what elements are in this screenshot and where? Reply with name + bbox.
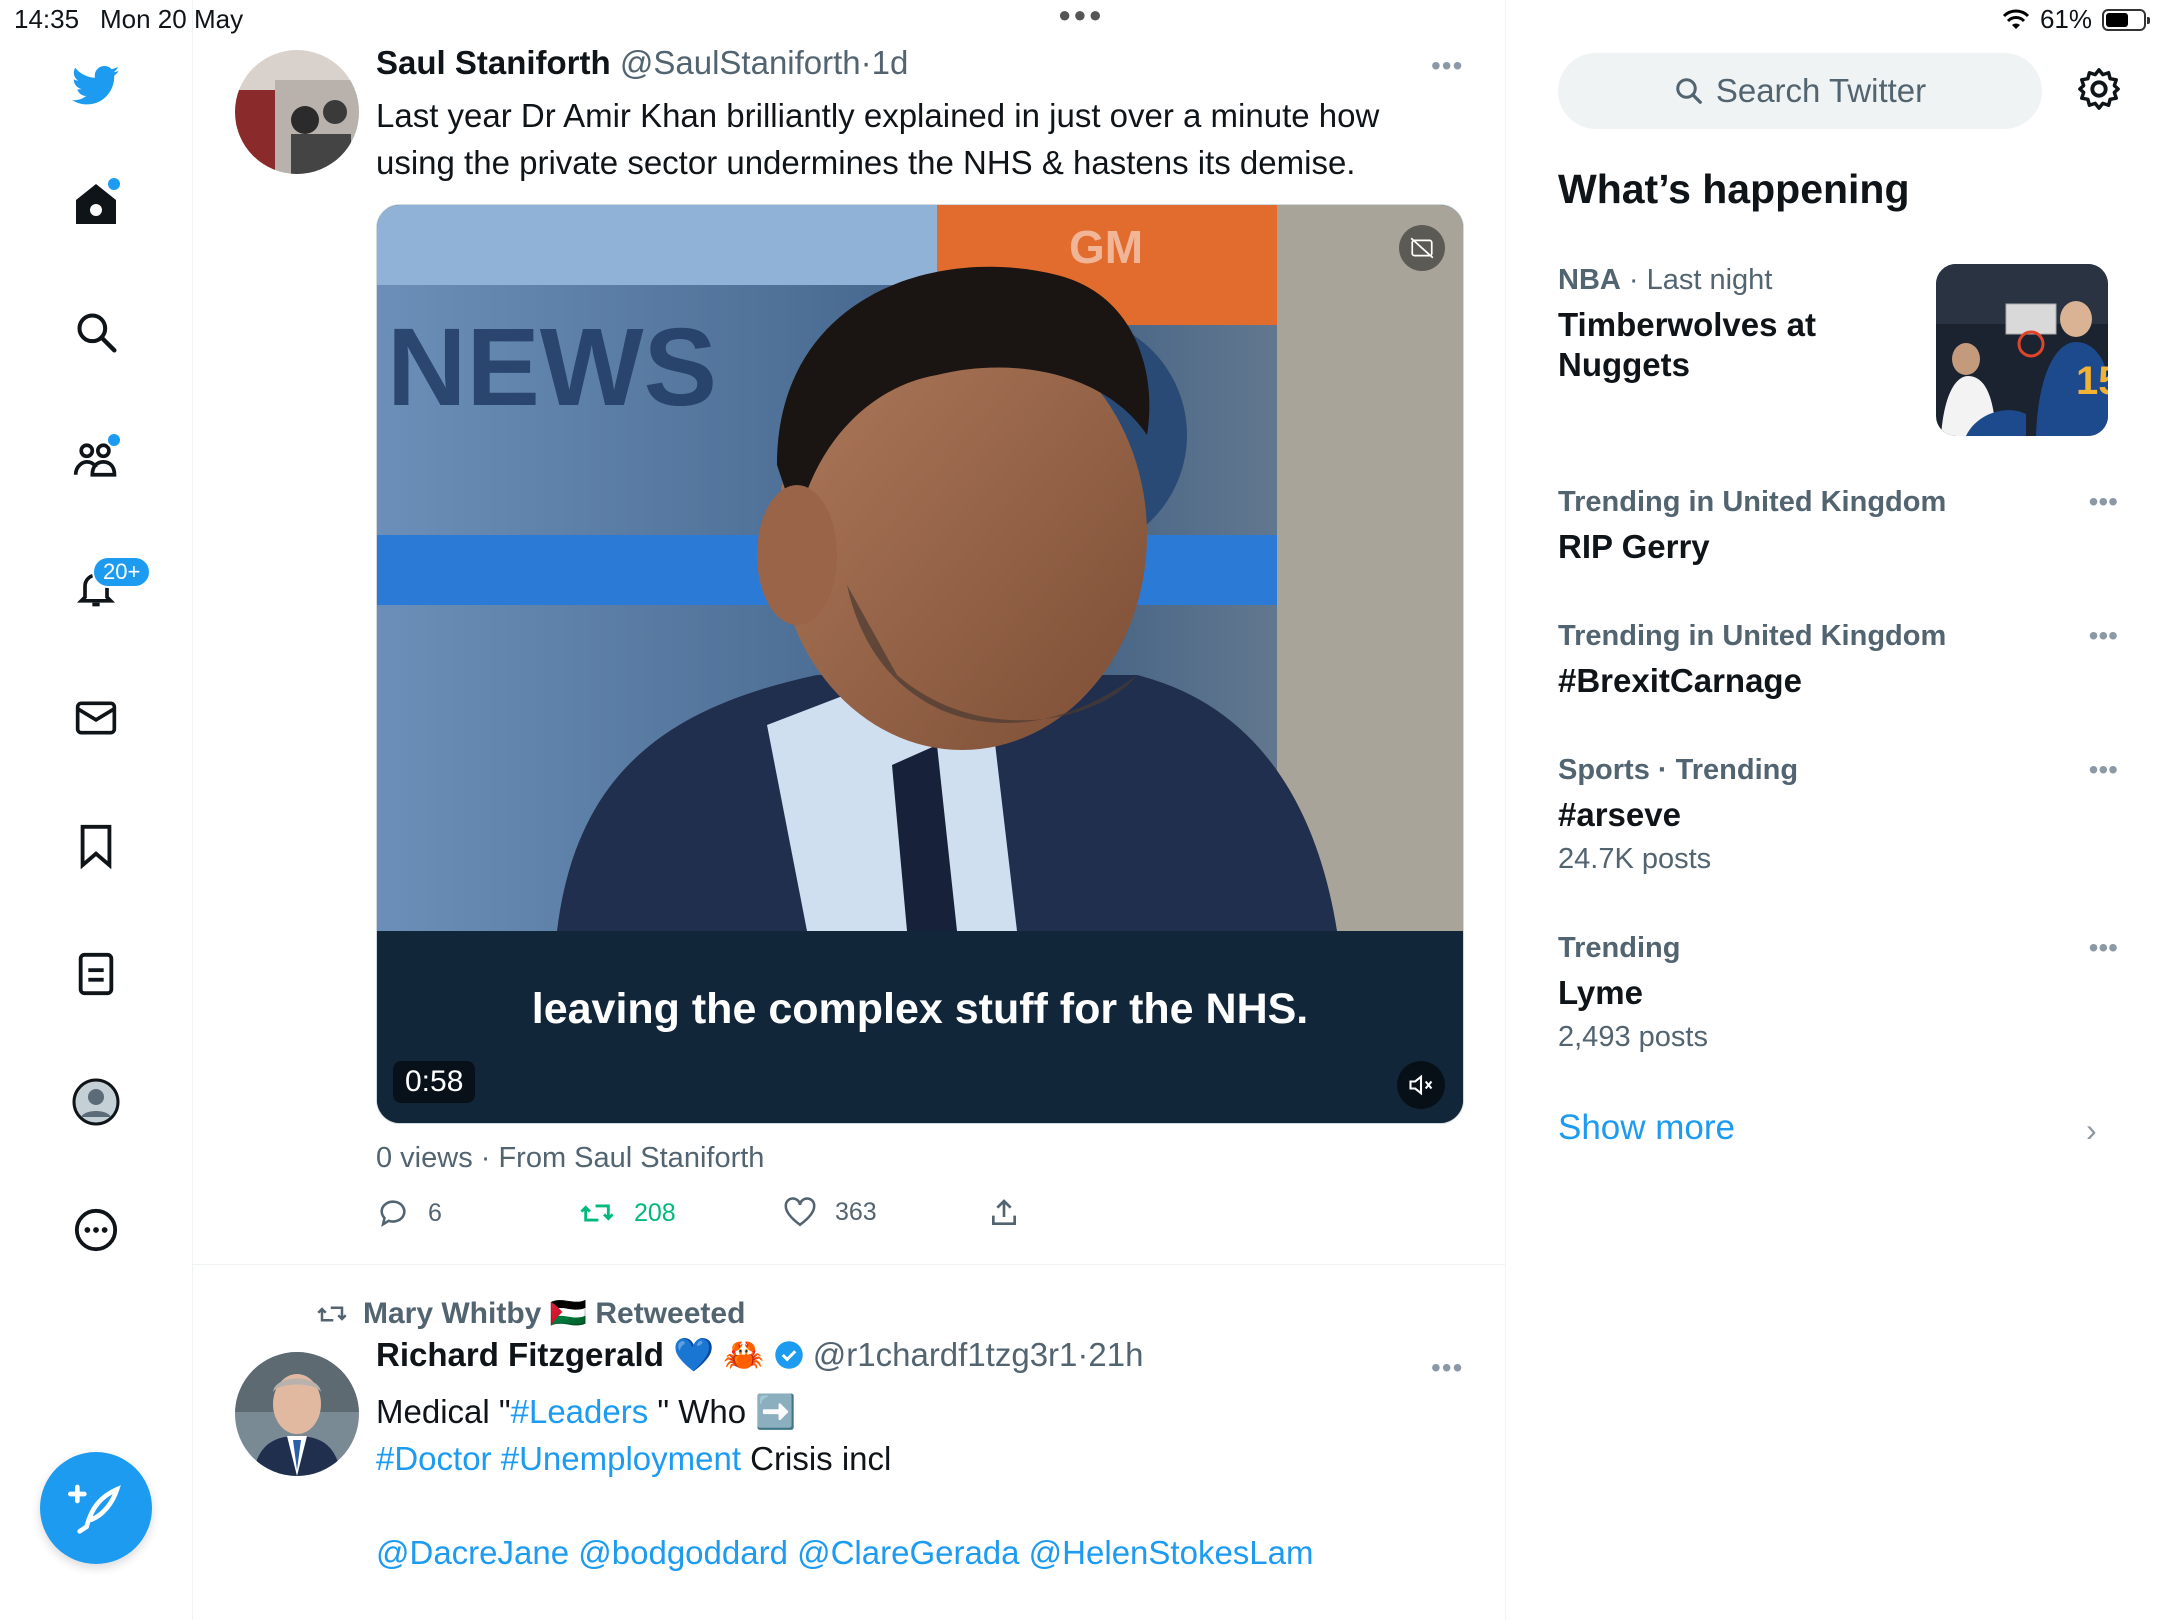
communities-icon[interactable] (72, 432, 122, 484)
trend-name: Timberwolves at Nuggets (1558, 306, 1816, 383)
trend-post-count: 2,493 posts (1558, 1021, 1708, 1053)
trend-item[interactable]: Trending in United Kingdom #BrexitCarnag… (1558, 620, 2118, 701)
left-navigation: 20+ (0, 0, 193, 1620)
trend-category: NBA (1558, 264, 1621, 296)
tweet-time[interactable]: 1d (872, 44, 909, 81)
author-name[interactable]: Richard Fitzgerald (376, 1336, 664, 1373)
trend-category: Trending in United Kingdom (1558, 486, 1947, 518)
trend-name: RIP Gerry (1558, 528, 1710, 565)
author-handle[interactable]: @r1chardf1tzg3r1 (813, 1336, 1078, 1373)
like-button[interactable]: 363 (783, 1196, 877, 1228)
heart-icon (784, 1197, 816, 1227)
video-player[interactable]: NEWS GM leaving the complex stuff for th… (376, 204, 1464, 1124)
trend-more-icon[interactable]: ••• (2089, 754, 2118, 786)
svg-text:15: 15 (2076, 359, 2108, 403)
separator: · (1077, 1336, 1089, 1373)
hashtags-doctor-unemployment[interactable]: #Doctor #Unemployment (376, 1440, 741, 1477)
trend-thumbnail[interactable]: 15 (1936, 264, 2108, 436)
share-icon (992, 1199, 1016, 1225)
trend-category: Sports · Trending (1558, 754, 1799, 786)
reply-count: 6 (428, 1198, 442, 1227)
retweeted-by-text: Mary Whitby 🇵🇸 Retweeted (363, 1297, 746, 1330)
search-icon (1676, 78, 1702, 104)
tweet-more-icon[interactable]: ••• (1431, 1352, 1463, 1384)
right-sidebar: Search Twitter What’s happening NBA · La… (1506, 0, 2160, 1620)
avatar[interactable] (235, 50, 359, 174)
lists-icon[interactable] (72, 950, 120, 998)
trend-category: Trending (1558, 932, 1681, 964)
text-segment: Crisis incl (741, 1440, 892, 1477)
search-icon[interactable] (72, 308, 120, 356)
trend-name: #arseve (1558, 796, 1681, 833)
retweet-small-icon (317, 1306, 347, 1321)
retweet-icon (580, 1204, 614, 1222)
share-button[interactable] (988, 1196, 1020, 1230)
twitter-logo-icon[interactable] (72, 62, 120, 110)
captions-off-icon (1410, 237, 1434, 259)
communities-unread-dot (106, 432, 122, 448)
reply-icon (380, 1200, 406, 1228)
avatar[interactable] (235, 1352, 359, 1476)
separator: · (860, 44, 872, 81)
trend-name: Lyme (1558, 974, 1643, 1011)
trend-post-count: 24.7K posts (1558, 843, 1712, 875)
retweet-count: 208 (634, 1198, 676, 1227)
retweet-button[interactable]: 208 (578, 1196, 676, 1230)
views-line: 0 views · From Saul Staniforth (376, 1142, 765, 1174)
author-handle[interactable]: @SaulStaniforth (620, 44, 861, 81)
text-segment: Medical " (376, 1393, 511, 1430)
notifications-count-badge: 20+ (92, 556, 152, 588)
reply-button[interactable]: 6 (376, 1196, 442, 1230)
tweet-more-icon[interactable]: ••• (1431, 50, 1463, 82)
author-emojis: 💙 🦀 (673, 1336, 765, 1373)
whats-happening-title: What’s happening (1558, 166, 1910, 212)
chevron-right-icon[interactable]: › (2086, 1112, 2097, 1149)
search-placeholder: Search Twitter (1715, 72, 1927, 109)
tweet-text: Last year Dr Amir Khan brilliantly expla… (376, 92, 1379, 186)
trend-item[interactable]: Trending in United Kingdom RIP Gerry ••• (1558, 486, 2118, 567)
search-input[interactable]: Search Twitter (1558, 53, 2042, 129)
tweet-text-line: Last year Dr Amir Khan brilliantly expla… (376, 97, 1380, 134)
trend-time: · Last night (1620, 264, 1773, 296)
trend-more-icon[interactable]: ••• (2089, 620, 2118, 652)
video-channel-logo: GM (1069, 221, 1143, 273)
verified-badge-icon (774, 1341, 803, 1369)
trend-item[interactable]: Trending Lyme 2,493 posts ••• (1558, 932, 2118, 1054)
more-options-icon[interactable] (72, 1206, 120, 1254)
timeline: Saul Staniforth @SaulStaniforth·1d ••• L… (193, 0, 1506, 1620)
hashtag-leaders[interactable]: #Leaders (511, 1393, 649, 1430)
like-count: 363 (835, 1197, 877, 1226)
text-segment: " Who ➡️ (648, 1393, 797, 1430)
captions-toggle-button[interactable] (1399, 225, 1445, 271)
messages-envelope-icon[interactable] (72, 694, 120, 742)
bookmarks-icon[interactable] (72, 822, 120, 870)
home-unread-dot (106, 176, 122, 192)
trend-category: Trending in United Kingdom (1558, 620, 1947, 652)
mute-button[interactable] (1397, 1061, 1445, 1109)
show-more-link[interactable]: Show more (1558, 1108, 1735, 1148)
trend-name: #BrexitCarnage (1558, 662, 1802, 699)
speaker-muted-icon (1409, 1074, 1433, 1096)
tweet-time[interactable]: 21h (1088, 1336, 1143, 1373)
trend-more-icon[interactable]: ••• (2089, 486, 2118, 518)
video-duration: 0:58 (393, 1061, 476, 1103)
video-caption: leaving the complex stuff for the NHS. (531, 985, 1309, 1033)
tweet-divider (193, 1264, 1505, 1265)
retweeted-by-line[interactable]: Mary Whitby 🇵🇸 Retweeted (313, 1296, 745, 1331)
tweet-text-line: using the private sector undermines the … (376, 144, 1356, 181)
tweet-text: Medical "#Leaders " Who ➡️ #Doctor #Unem… (376, 1388, 1314, 1576)
author-name[interactable]: Saul Staniforth (376, 44, 611, 81)
video-bg-news-text: NEWS (387, 306, 717, 429)
feather-plus-icon (68, 1484, 121, 1534)
home-icon[interactable] (72, 176, 122, 228)
profile-avatar-icon[interactable] (72, 1078, 120, 1126)
trend-more-icon[interactable]: ••• (2089, 932, 2118, 964)
settings-gear-icon[interactable] (2076, 66, 2122, 117)
mentions-line[interactable]: @DacreJane @bodgoddard @ClareGerada @Hel… (376, 1529, 1314, 1576)
compose-tweet-button[interactable] (40, 1452, 152, 1564)
trend-item[interactable]: Sports · Trending #arseve 24.7K posts ••… (1558, 754, 2118, 876)
